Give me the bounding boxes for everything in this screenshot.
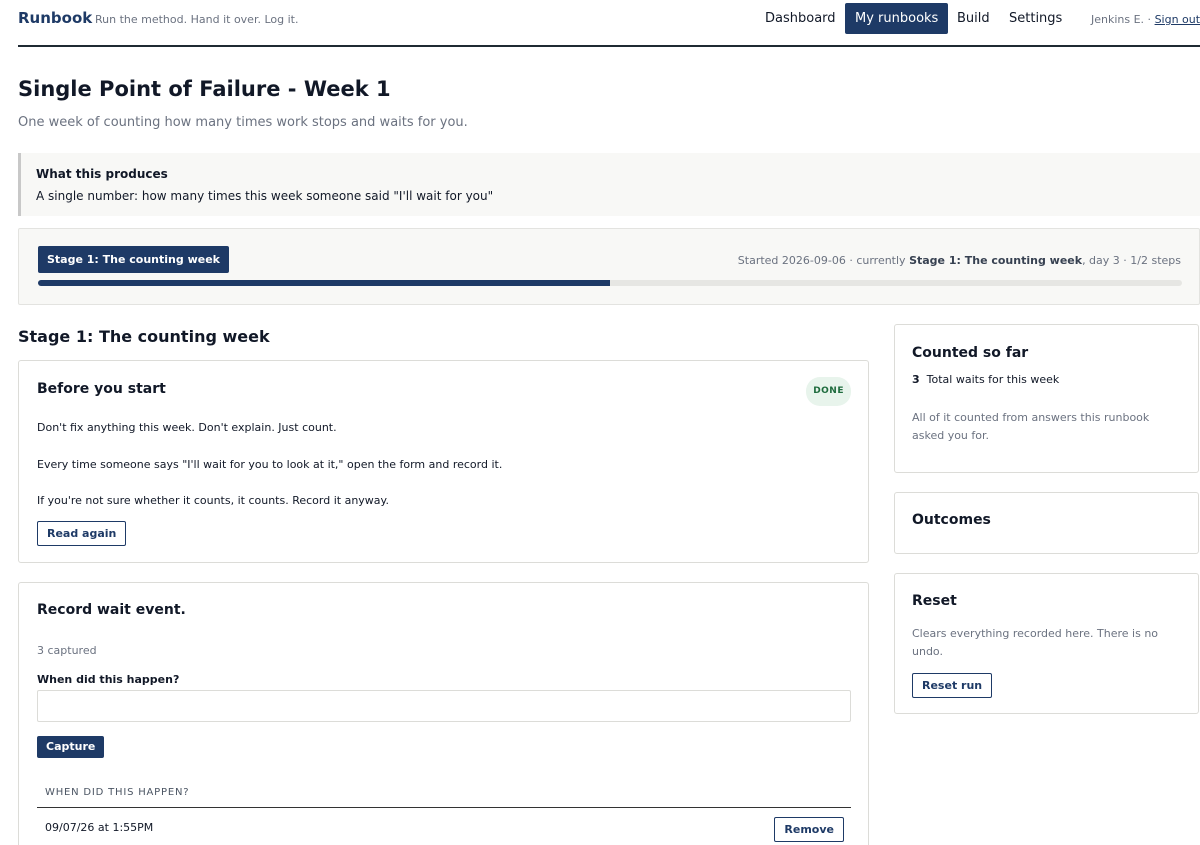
table-cell: 09/07/26 at 1:55PM (45, 821, 154, 834)
reset-card: Reset Clears everything recorded here. T… (894, 573, 1199, 714)
counted-label: Total waits for this week (926, 373, 1060, 386)
brand-logo[interactable]: Runbook (18, 9, 92, 27)
produces-callout: What this produces A single number: how … (18, 153, 1200, 216)
capture-button[interactable]: Capture (37, 736, 105, 758)
stage-tab[interactable]: Stage 1: The counting week (38, 246, 229, 273)
nav-dashboard[interactable]: Dashboard (755, 3, 846, 34)
stage-meta-prefix: Started 2026-09-06 · currently (737, 254, 906, 267)
table-row: 09/07/26 at 1:55PM Remove (37, 809, 851, 845)
table-header: WHEN DID THIS HAPPEN? (37, 778, 851, 808)
section-title: Stage 1: The counting week (18, 327, 270, 346)
outcomes-title: Outcomes (912, 512, 991, 528)
user-menu: Jenkins E. · Sign out (1091, 13, 1200, 26)
counted-note: All of it counted from answers this runb… (912, 411, 1150, 442)
reset-title: Reset (912, 593, 957, 609)
stage-progress-card: Stage 1: The counting week Started 2026-… (18, 228, 1200, 305)
when-field-label: When did this happen? (37, 673, 180, 686)
stage-meta: Started 2026-09-06 · currently Stage 1: … (738, 254, 1181, 267)
nav-settings[interactable]: Settings (999, 3, 1072, 34)
before-line: If you're not sure whether it counts, it… (37, 494, 389, 507)
before-line: Every time someone says "I'll wait for y… (37, 458, 503, 471)
before-you-start-card: Before you start DONE Don't fix anything… (18, 360, 869, 563)
when-input[interactable] (37, 690, 851, 722)
produces-heading: What this produces (36, 167, 168, 181)
counted-title: Counted so far (912, 345, 1029, 361)
nav-build[interactable]: Build (947, 3, 1000, 34)
before-line: Don't fix anything this week. Don't expl… (37, 421, 337, 434)
brand-tagline: Run the method. Hand it over. Log it. (95, 13, 299, 26)
read-again-button[interactable]: Read again (37, 521, 127, 546)
column-header: WHEN DID THIS HAPPEN? (45, 787, 190, 798)
record-title: Record wait event. (37, 602, 186, 618)
counted-summary: 3 Total waits for this week (912, 373, 1059, 386)
done-badge: DONE (806, 377, 851, 406)
stage-progress-fill (38, 280, 610, 286)
reset-run-button[interactable]: Reset run (912, 673, 993, 698)
outcomes-card: Outcomes (894, 492, 1199, 554)
top-bar: Runbook Run the method. Hand it over. Lo… (18, 0, 1200, 47)
produces-text: A single number: how many times this wee… (36, 189, 494, 203)
stage-meta-suffix: , day 3 · 1/2 steps (1082, 254, 1181, 267)
user-name: Jenkins E. · (1091, 13, 1152, 26)
before-title: Before you start (37, 381, 166, 397)
sign-out-link[interactable]: Sign out (1155, 13, 1200, 26)
stage-meta-stage: Stage 1: The counting week (909, 254, 1083, 267)
nav-my-runbooks[interactable]: My runbooks (845, 3, 949, 34)
remove-button[interactable]: Remove (774, 817, 844, 842)
captured-count: 3 captured (37, 644, 97, 657)
counted-number: 3 (912, 373, 920, 386)
reset-note: Clears everything recorded here. There i… (912, 627, 1159, 658)
page-title: Single Point of Failure - Week 1 (18, 77, 391, 101)
counted-so-far-card: Counted so far 3 Total waits for this we… (894, 324, 1199, 473)
stage-progress-bar (38, 280, 1182, 286)
record-wait-card: Record wait event. 3 captured When did t… (18, 582, 869, 845)
page-subtitle: One week of counting how many times work… (18, 115, 468, 130)
